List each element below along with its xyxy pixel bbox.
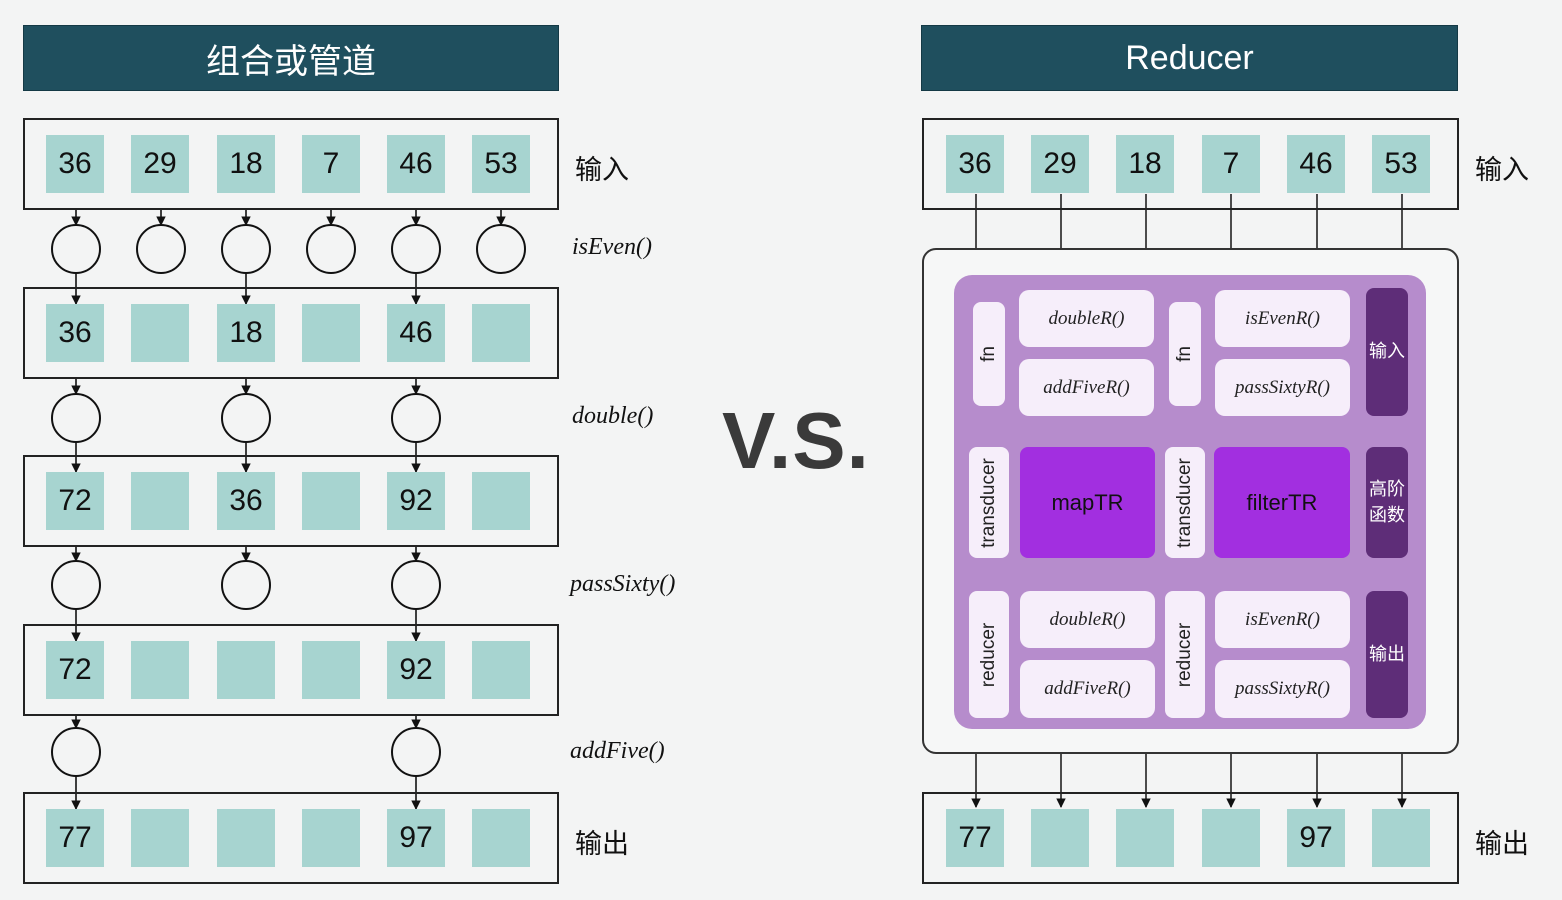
transducer-tab-right: transducer [1165, 447, 1205, 558]
left-cell-r5-c3 [217, 809, 275, 867]
pill-bottom-passsixtyr: passSixtyR() [1215, 660, 1350, 718]
pill-top-passsixtyr: passSixtyR() [1215, 359, 1350, 416]
left-cell-r2-c1: 36 [46, 304, 104, 362]
left-cell-r3-c6 [472, 472, 530, 530]
left-cell-r2-c4 [302, 304, 360, 362]
left-cell-r4-c6 [472, 641, 530, 699]
core-maptr: mapTR [1020, 447, 1155, 558]
filter-circle-s2-c5 [391, 393, 441, 443]
left-cell-r2-c5: 46 [387, 304, 445, 362]
reducer-tab-right: reducer [1165, 591, 1205, 718]
left-title: 组合或管道 [206, 42, 376, 81]
fn-label-addfive: addFive() [570, 738, 665, 764]
right-input-cell-c3: 18 [1116, 135, 1174, 193]
left-cell-r5-c1: 77 [46, 809, 104, 867]
reducer-tab-left: reducer [969, 591, 1009, 718]
filter-circle-s2-c3 [221, 393, 271, 443]
left-cell-r2-c2 [131, 304, 189, 362]
pill-bottom-doubler: doubleR() [1020, 591, 1155, 648]
side-tab-higher-order: 高阶函数 [1366, 447, 1408, 558]
left-cell-r2-c6 [472, 304, 530, 362]
left-title-banner: 组合或管道 [23, 25, 559, 91]
pill-top-doubler: doubleR() [1019, 290, 1154, 347]
filter-circle-s1-c2 [136, 224, 186, 274]
right-input-cell-c1: 36 [946, 135, 1004, 193]
left-output-label: 输出 [575, 829, 629, 860]
left-cell-r4-c3 [217, 641, 275, 699]
filter-circle-s2-c1 [51, 393, 101, 443]
pill-bottom-addfiver: addFiveR() [1020, 660, 1155, 718]
right-input-cell-c2: 29 [1031, 135, 1089, 193]
transducer-tab-left: transducer [969, 447, 1009, 558]
fn-label-passsixty: passSixty() [570, 571, 676, 597]
left-cell-r1-c6: 53 [472, 135, 530, 193]
left-cell-r5-c4 [302, 809, 360, 867]
core-filtertr: filterTR [1214, 447, 1350, 558]
filter-circle-s1-c6 [476, 224, 526, 274]
right-output-label: 输出 [1475, 829, 1529, 860]
right-output-cell-c6 [1372, 809, 1430, 867]
side-tab-input: 输入 [1366, 288, 1408, 416]
left-cell-r3-c2 [131, 472, 189, 530]
left-cell-r2-c3: 18 [217, 304, 275, 362]
filter-circle-s3-c5 [391, 560, 441, 610]
left-cell-r3-c5: 92 [387, 472, 445, 530]
right-output-cell-c3 [1116, 809, 1174, 867]
filter-circle-s1-c5 [391, 224, 441, 274]
right-output-cell-c1: 77 [946, 809, 1004, 867]
filter-circle-s1-c1 [51, 224, 101, 274]
vs-text: V.S. [722, 396, 870, 485]
left-cell-r5-c6 [472, 809, 530, 867]
right-title: Reducer [1125, 38, 1254, 77]
left-cell-r1-c2: 29 [131, 135, 189, 193]
right-input-cell-c4: 7 [1202, 135, 1260, 193]
pill-bottom-isevenr: isEvenR() [1215, 591, 1350, 648]
left-cell-r4-c5: 92 [387, 641, 445, 699]
right-title-banner: Reducer [921, 25, 1458, 91]
pill-top-addfiver: addFiveR() [1019, 359, 1154, 416]
fn-label-double: double() [572, 403, 654, 429]
left-cell-r1-c3: 18 [217, 135, 275, 193]
right-input-cell-c5: 46 [1287, 135, 1345, 193]
left-cell-r5-c5: 97 [387, 809, 445, 867]
filter-circle-s4-c5 [391, 727, 441, 777]
left-cell-r4-c1: 72 [46, 641, 104, 699]
left-cell-r3-c3: 36 [217, 472, 275, 530]
filter-circle-s1-c3 [221, 224, 271, 274]
left-cell-r4-c4 [302, 641, 360, 699]
right-input-label: 输入 [1475, 155, 1529, 186]
right-output-cell-c4 [1202, 809, 1260, 867]
filter-circle-s4-c1 [51, 727, 101, 777]
side-tab-output: 输出 [1366, 591, 1408, 718]
right-input-cell-c6: 53 [1372, 135, 1430, 193]
fn-tab-left: fn [973, 302, 1005, 406]
filter-circle-s3-c3 [221, 560, 271, 610]
diagram-stage: 组合或管道 Reducer 36 29 18 7 46 53 36 18 46 72 36 92 72 9… [0, 0, 1562, 900]
left-cell-r4-c2 [131, 641, 189, 699]
left-cell-r5-c2 [131, 809, 189, 867]
filter-circle-s1-c4 [306, 224, 356, 274]
fn-tab-right: fn [1169, 302, 1201, 406]
right-output-cell-c5: 97 [1287, 809, 1345, 867]
left-cell-r3-c4 [302, 472, 360, 530]
left-cell-r1-c4: 7 [302, 135, 360, 193]
left-cell-r1-c5: 46 [387, 135, 445, 193]
fn-label-iseven: isEven() [572, 234, 652, 260]
left-cell-r3-c1: 72 [46, 472, 104, 530]
left-input-label: 输入 [575, 155, 629, 186]
right-output-cell-c2 [1031, 809, 1089, 867]
filter-circle-s3-c1 [51, 560, 101, 610]
pill-top-isevenr: isEvenR() [1215, 290, 1350, 347]
left-cell-r1-c1: 36 [46, 135, 104, 193]
